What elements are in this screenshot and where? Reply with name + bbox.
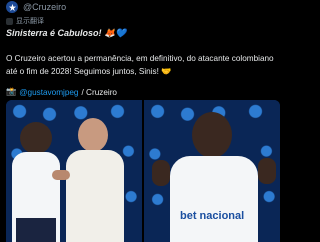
- official-head: [78, 118, 108, 152]
- media-gallery: bet nacional: [6, 100, 280, 242]
- cruzeiro-crest-icon: [8, 3, 16, 11]
- thumb-right: [258, 158, 276, 184]
- account-handle[interactable]: @Cruzeiro: [23, 2, 66, 12]
- player-head: [192, 112, 232, 158]
- handshake: [52, 170, 70, 180]
- translate-icon: [6, 17, 13, 25]
- credit-suffix: / Cruzeiro: [81, 87, 118, 97]
- official-shirt: [66, 150, 124, 242]
- tweet-header: @Cruzeiro: [6, 0, 66, 14]
- player-figure: [20, 122, 52, 154]
- player-jersey: [170, 156, 258, 242]
- photo-right[interactable]: bet nacional: [144, 100, 280, 242]
- thumb-left: [152, 160, 170, 186]
- photo-left[interactable]: [6, 100, 142, 242]
- photo-credit: 📸 @gustavomjpeg / Cruzeiro: [6, 87, 117, 97]
- cruzeiro-avatar[interactable]: [6, 1, 18, 13]
- jersey-shorts: [16, 218, 56, 242]
- translate-label: 显示翻译: [16, 18, 44, 25]
- camera-emoji: 📸: [6, 87, 17, 96]
- tweet-body: O Cruzeiro acertou a permanência, em def…: [6, 54, 274, 76]
- jersey-sponsor: bet nacional: [180, 210, 245, 222]
- translate-link[interactable]: 显示翻译: [6, 16, 44, 26]
- tweet-headline: Sinisterra é Cabuloso! 🦊💙: [6, 28, 127, 38]
- photographer-link[interactable]: @gustavomjpeg: [19, 88, 78, 97]
